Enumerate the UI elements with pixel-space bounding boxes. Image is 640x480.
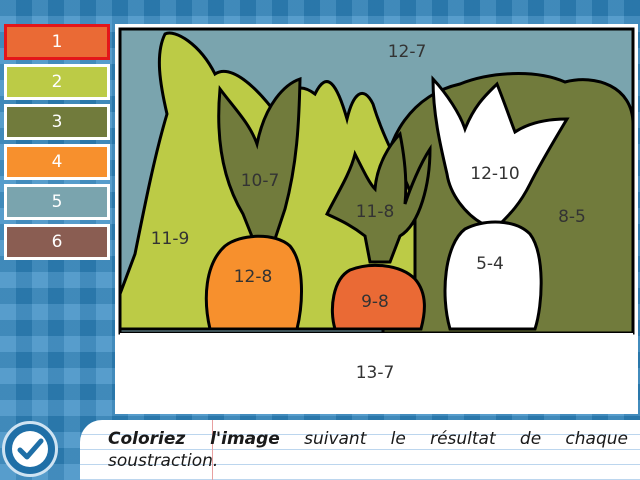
label-right-bush: 8-5: [558, 207, 586, 227]
color-swatch-5[interactable]: 5: [4, 184, 110, 220]
label-middle-leaves: 11-8: [356, 202, 395, 222]
validate-button[interactable]: [2, 421, 58, 477]
label-middle-carrot: 9-8: [361, 292, 389, 312]
swatch-label-6: 6: [51, 232, 63, 252]
swatch-label-4: 4: [51, 152, 63, 172]
instruction-bar: Coloriez l'image suivant le résultat de …: [0, 418, 640, 480]
swatch-label-5: 5: [51, 192, 63, 212]
label-left-leaves: 10-7: [241, 171, 280, 191]
label-ground: 13-7: [356, 363, 395, 383]
color-swatch-2[interactable]: 2: [4, 64, 110, 100]
swatch-label-2: 2: [51, 72, 63, 92]
color-swatch-3[interactable]: 3: [4, 104, 110, 140]
swatch-label-1: 1: [51, 32, 63, 52]
label-left-foliage: 11-9: [151, 229, 190, 249]
instruction-card: Coloriez l'image suivant le résultat de …: [80, 420, 640, 480]
coloring-canvas: 12-7 12-10 8-5 11-9 10-7 11-8 12-8 9-8 5…: [115, 24, 638, 414]
label-left-carrot: 12-8: [234, 267, 273, 287]
label-radish: 5-4: [476, 254, 504, 274]
instruction-text: Coloriez l'image suivant le résultat de …: [108, 428, 628, 472]
color-swatch-4[interactable]: 4: [4, 144, 110, 180]
label-sky: 12-7: [388, 42, 427, 62]
color-swatch-6[interactable]: 6: [4, 224, 110, 260]
swatch-label-3: 3: [51, 112, 63, 132]
instruction-bold: Coloriez l'image: [108, 429, 280, 449]
label-right-bush-top: 12-10: [470, 164, 519, 184]
coloring-picture: 12-7 12-10 8-5 11-9 10-7 11-8 12-8 9-8 5…: [118, 27, 635, 409]
region-radish[interactable]: [443, 220, 543, 331]
color-swatch-1[interactable]: 1: [4, 24, 110, 60]
checkmark-icon: [12, 431, 48, 467]
